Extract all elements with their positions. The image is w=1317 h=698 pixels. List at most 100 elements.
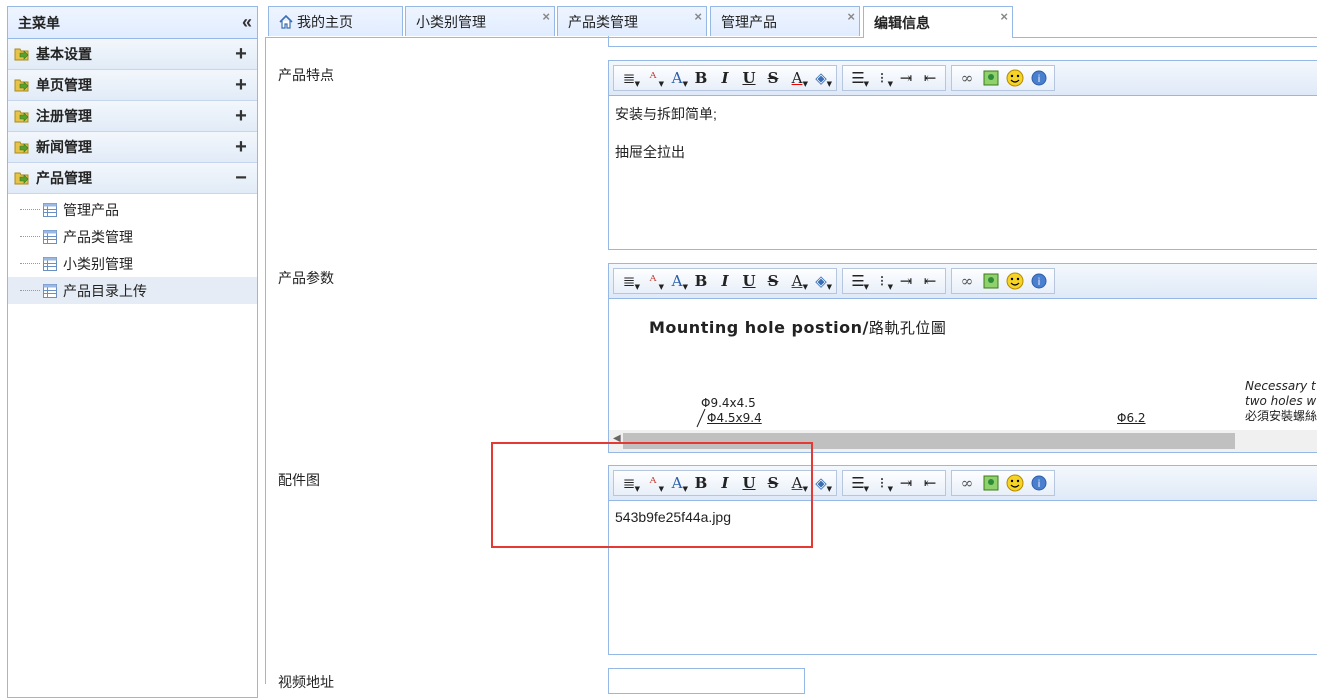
link-icon[interactable]: ∞: [955, 67, 979, 89]
expand-icon[interactable]: +: [233, 74, 249, 97]
bold-icon[interactable]: B: [689, 270, 713, 292]
parts-editor[interactable]: ≣ ▼ ᴬ ▼ A ▼ B I U S A ▼ ◈ ▼ ☰ ▼ ⁝ ▼ ⇥ ⇤ ∞ i: [608, 465, 1317, 655]
about-icon[interactable]: i: [1027, 270, 1051, 292]
underline-icon[interactable]: U: [737, 472, 761, 494]
highlight-color-icon[interactable]: ◈ ▼: [809, 67, 833, 89]
align-left-icon[interactable]: ☰ ▼: [846, 67, 870, 89]
expand-icon[interactable]: +: [233, 105, 249, 128]
link-icon[interactable]: ∞: [955, 472, 979, 494]
align-left-icon[interactable]: ☰ ▼: [846, 472, 870, 494]
params-editor[interactable]: ≣ ▼ ᴬ ▼ A ▼ B I U S A ▼ ◈ ▼ ☰ ▼ ⁝ ▼ ⇥ ⇤ ∞ i: [608, 263, 1317, 453]
unordered-list-icon[interactable]: ⁝ ▼: [870, 67, 894, 89]
previous-editor-edge: [608, 36, 1317, 47]
outdent-icon[interactable]: ⇤: [918, 67, 942, 89]
font-color-icon[interactable]: A ▼: [785, 270, 809, 292]
tab-edit-info[interactable]: 编辑信息 ×: [863, 6, 1013, 38]
collapse-group-icon[interactable]: −: [233, 167, 249, 190]
sidebar-title: 主菜单: [18, 14, 60, 31]
dimension-label: Φ9.4x4.5: [701, 396, 756, 410]
indent-icon[interactable]: ⇥: [894, 67, 918, 89]
italic-icon[interactable]: I: [713, 67, 737, 89]
tab-subcategories[interactable]: 小类别管理 ×: [405, 6, 555, 36]
font-family-icon[interactable]: ᴬ ▼: [641, 270, 665, 292]
font-family-icon[interactable]: ᴬ ▼: [641, 67, 665, 89]
highlight-color-icon[interactable]: ◈ ▼: [809, 270, 833, 292]
tab-product-categories[interactable]: 产品类管理 ×: [557, 6, 707, 36]
tab-label: 我的主页: [297, 13, 353, 30]
font-family-icon[interactable]: ᴬ ▼: [641, 472, 665, 494]
close-icon[interactable]: ×: [1000, 9, 1008, 24]
emoticon-icon[interactable]: [1003, 472, 1027, 494]
table-icon: [43, 256, 57, 271]
expand-icon[interactable]: +: [233, 43, 249, 66]
parts-content[interactable]: 543b9fe25f44a.jpg: [609, 501, 1317, 551]
sidebar-item-manage-products[interactable]: 管理产品: [8, 196, 257, 223]
font-size-icon[interactable]: A ▼: [665, 472, 689, 494]
features-content[interactable]: 安装与拆卸简单; 抽屉全拉出: [609, 96, 1317, 188]
image-icon[interactable]: [979, 270, 1003, 292]
folder-arrow-icon: [14, 139, 30, 155]
strikethrough-icon[interactable]: S: [761, 67, 785, 89]
strikethrough-icon[interactable]: S: [761, 472, 785, 494]
about-icon[interactable]: i: [1027, 472, 1051, 494]
link-icon[interactable]: ∞: [955, 270, 979, 292]
bold-icon[interactable]: B: [689, 67, 713, 89]
about-icon[interactable]: i: [1027, 67, 1051, 89]
collapse-icon[interactable]: «: [242, 12, 252, 33]
outdent-icon[interactable]: ⇤: [918, 472, 942, 494]
tab-home[interactable]: 我的主页: [268, 6, 403, 36]
unordered-list-icon[interactable]: ⁝ ▼: [870, 270, 894, 292]
sidebar-group-news[interactable]: 新闻管理 +: [8, 132, 257, 163]
outdent-icon[interactable]: ⇤: [918, 270, 942, 292]
indent-icon[interactable]: ⇥: [894, 270, 918, 292]
indent-icon[interactable]: ⇥: [894, 472, 918, 494]
align-left-icon[interactable]: ☰ ▼: [846, 270, 870, 292]
group-label: 注册管理: [36, 108, 92, 124]
font-color-icon[interactable]: A ▼: [785, 67, 809, 89]
image-icon[interactable]: [979, 472, 1003, 494]
italic-icon[interactable]: I: [713, 270, 737, 292]
strikethrough-icon[interactable]: S: [761, 270, 785, 292]
sidebar-group-products[interactable]: 产品管理 −: [8, 163, 257, 194]
features-editor[interactable]: ≣ ▼ ᴬ ▼ A ▼ B I U S A ▼ ◈ ▼ ☰ ▼ ⁝ ▼ ⇥ ⇤ ∞ i: [608, 60, 1317, 250]
font-size-icon[interactable]: A ▼: [665, 270, 689, 292]
unordered-list-icon[interactable]: ⁝ ▼: [870, 472, 894, 494]
sidebar-item-catalog-upload[interactable]: 产品目录上传: [8, 277, 257, 304]
horizontal-scrollbar[interactable]: ◀: [609, 430, 1317, 452]
sidebar-group-basic-settings[interactable]: 基本设置 +: [8, 39, 257, 70]
group-label: 产品管理: [36, 170, 92, 186]
toolbar-format-group: ≣ ▼ ᴬ ▼ A ▼ B I U S A ▼ ◈ ▼: [613, 268, 837, 294]
sidebar-group-single-page[interactable]: 单页管理 +: [8, 70, 257, 101]
font-color-icon[interactable]: A ▼: [785, 472, 809, 494]
bold-icon[interactable]: B: [689, 472, 713, 494]
toolbar-format-group: ≣ ▼ ᴬ ▼ A ▼ B I U S A ▼ ◈ ▼: [613, 65, 837, 91]
close-icon[interactable]: ×: [542, 9, 550, 24]
toolbar-paragraph-group: ☰ ▼ ⁝ ▼ ⇥ ⇤: [842, 470, 946, 496]
folder-arrow-icon: [14, 46, 30, 62]
video-url-input[interactable]: [608, 668, 805, 694]
highlight-color-icon[interactable]: ◈ ▼: [809, 472, 833, 494]
scrollbar-thumb[interactable]: [623, 433, 1235, 449]
paragraph-icon[interactable]: ≣ ▼: [617, 472, 641, 494]
sidebar-item-product-categories[interactable]: 产品类管理: [8, 223, 257, 250]
scroll-left-icon[interactable]: ◀: [613, 433, 621, 444]
params-content[interactable]: Mounting hole postion/路軌孔位圖 Φ9.4x4.5 Φ4.…: [609, 299, 1317, 452]
sidebar-item-subcategories[interactable]: 小类别管理: [8, 250, 257, 277]
folder-arrow-icon: [14, 77, 30, 93]
underline-icon[interactable]: U: [737, 67, 761, 89]
close-icon[interactable]: ×: [694, 9, 702, 24]
sidebar-item-label: 小类别管理: [63, 255, 133, 272]
emoticon-icon[interactable]: [1003, 270, 1027, 292]
tab-manage-products[interactable]: 管理产品 ×: [710, 6, 860, 36]
underline-icon[interactable]: U: [737, 270, 761, 292]
italic-icon[interactable]: I: [713, 472, 737, 494]
toolbar-paragraph-group: ☰ ▼ ⁝ ▼ ⇥ ⇤: [842, 65, 946, 91]
image-icon[interactable]: [979, 67, 1003, 89]
paragraph-icon[interactable]: ≣ ▼: [617, 270, 641, 292]
font-size-icon[interactable]: A ▼: [665, 67, 689, 89]
paragraph-icon[interactable]: ≣ ▼: [617, 67, 641, 89]
sidebar-group-registration[interactable]: 注册管理 +: [8, 101, 257, 132]
expand-icon[interactable]: +: [233, 136, 249, 159]
emoticon-icon[interactable]: [1003, 67, 1027, 89]
close-icon[interactable]: ×: [847, 9, 855, 24]
